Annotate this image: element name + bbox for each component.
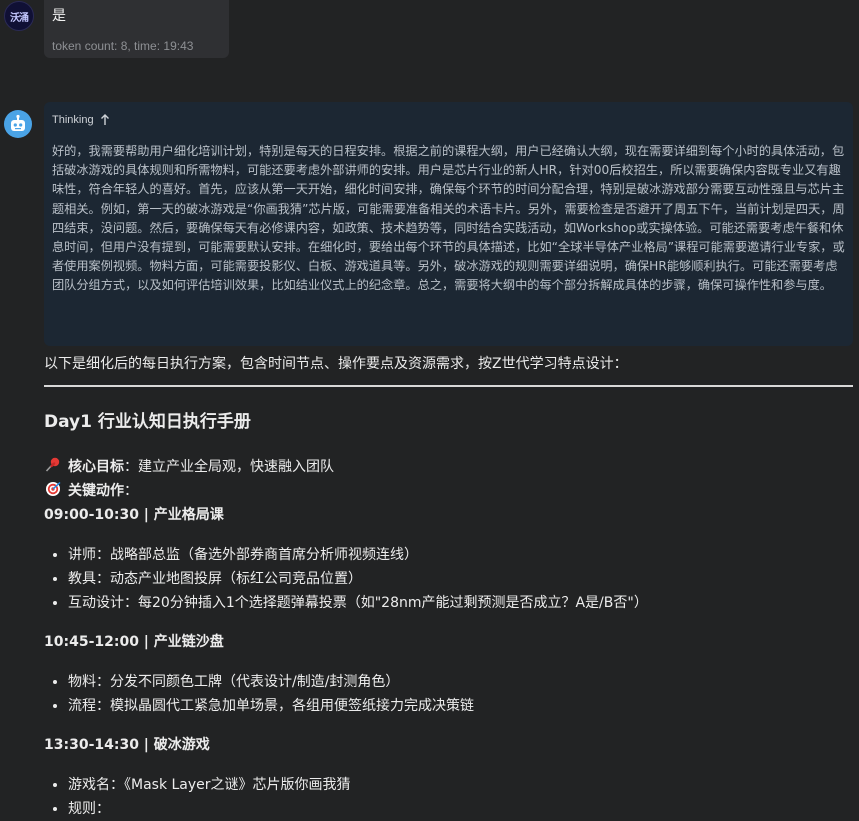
bot-avatar-icon	[4, 110, 32, 138]
section-time-3: 13:30-14:30 | 破冰游戏	[44, 737, 210, 753]
action-colon: ：	[124, 483, 138, 499]
divider	[44, 385, 853, 387]
goal-label: 核心目标	[68, 459, 124, 475]
list-item: 流程：模拟晶圆代工紧急加单场景，各组用便签纸接力完成决策链	[68, 694, 853, 718]
section-list-2: 物料：分发不同颜色工牌（代表设计/制造/封测角色） 流程：模拟晶圆代工紧急加单场…	[44, 670, 853, 718]
list-item: 游戏名：《Mask Layer之谜》芯片版你画我猜	[68, 773, 853, 797]
robot-icon	[11, 114, 25, 131]
user-avatar: 沃涌	[4, 1, 34, 31]
pushpin-icon	[45, 457, 60, 472]
arrow-up-icon	[100, 114, 109, 125]
thinking-text: 好的，我需要帮助用户细化培训计划，特别是每天的日程安排。根据之前的课程大纲，用户…	[52, 144, 845, 293]
assistant-answer: 以下是细化后的每日执行方案，包含时间节点、操作要点及资源需求，按Z世代学习特点设…	[44, 352, 853, 821]
section-time-1: 09:00-10:30 | 产业格局课	[44, 507, 224, 523]
list-item: 教具：动态产业地图投屏（标红公司竞品位置）	[68, 567, 853, 591]
message-meta: token count: 8, time: 19:43	[52, 39, 194, 53]
goal-line: 核心目标：建立产业全局观，快速融入团队	[44, 456, 853, 478]
list-item: 规则：	[68, 797, 853, 821]
action-line: 关键动作：	[44, 480, 853, 502]
user-message-text: 是	[52, 8, 66, 24]
section-list-3: 游戏名：《Mask Layer之谜》芯片版你画我猜 规则：	[44, 773, 853, 821]
goal-text: ：建立产业全局观，快速融入团队	[124, 459, 334, 475]
action-label: 关键动作	[68, 483, 124, 499]
thinking-panel: Thinking 好的，我需要帮助用户细化培训计划，特别是每天的日程安排。根据之…	[44, 102, 853, 346]
list-item: 物料：分发不同颜色工牌（代表设计/制造/封测角色）	[68, 670, 853, 694]
user-message-bubble: 是 token count: 8, time: 19:43	[44, 0, 229, 58]
section-list-1: 讲师：战略部总监（备选外部券商首席分析师视频连线） 教具：动态产业地图投屏（标红…	[44, 543, 853, 615]
list-item: 讲师：战略部总监（备选外部券商首席分析师视频连线）	[68, 543, 853, 567]
thinking-toggle[interactable]: Thinking	[52, 110, 845, 130]
target-icon	[46, 481, 61, 496]
thinking-label: Thinking	[52, 114, 94, 126]
answer-intro: 以下是细化后的每日执行方案，包含时间节点、操作要点及资源需求，按Z世代学习特点设…	[44, 356, 628, 372]
list-item: 互动设计：每20分钟插入1个选择题弹幕投票（如"28nm产能过剩预测是否成立？A…	[68, 591, 853, 615]
day-title: Day1 行业认知日执行手册	[44, 412, 251, 432]
section-time-2: 10:45-12:00 | 产业链沙盘	[44, 634, 224, 650]
